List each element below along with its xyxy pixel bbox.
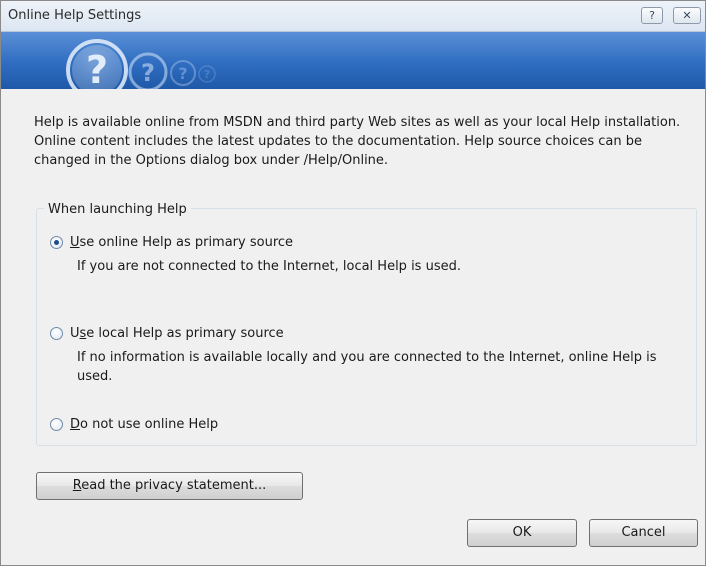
intro-text: Help is available online from MSDN and t… [34, 115, 681, 168]
svg-text:?: ? [86, 48, 108, 89]
window-title: Online Help Settings [8, 8, 142, 23]
close-button[interactable]: ✕ [673, 7, 701, 24]
ok-button[interactable]: OK [467, 519, 577, 547]
svg-text:?: ? [141, 59, 155, 87]
group-legend: When launching Help [44, 202, 191, 217]
option-description: If no information is available locally a… [77, 350, 657, 384]
title-bar: Online Help Settings ? ✕ [1, 1, 705, 32]
radio-indicator[interactable] [50, 418, 63, 431]
radio-label[interactable]: Do not use online Help [70, 417, 218, 432]
radio-label[interactable]: Use local Help as primary source [70, 326, 284, 341]
read-privacy-statement-button[interactable]: Read the privacy statement... [36, 472, 303, 500]
svg-text:?: ? [204, 68, 210, 81]
radio-indicator[interactable] [50, 236, 63, 249]
help-question-icon: ? ? ? ? [66, 39, 216, 89]
svg-text:?: ? [178, 64, 187, 83]
radio-label[interactable]: Use online Help as primary source [70, 235, 293, 250]
help-banner: ? ? ? ? [1, 32, 705, 89]
dialog-content: Help is available online from MSDN and t… [1, 89, 705, 565]
help-button[interactable]: ? [641, 7, 663, 24]
option-description: If you are not connected to the Internet… [77, 259, 461, 274]
cancel-button[interactable]: Cancel [589, 519, 698, 547]
radio-indicator[interactable] [50, 327, 63, 340]
online-help-settings-dialog: Online Help Settings ? ✕ ? ? ? ? Help is… [0, 0, 706, 566]
